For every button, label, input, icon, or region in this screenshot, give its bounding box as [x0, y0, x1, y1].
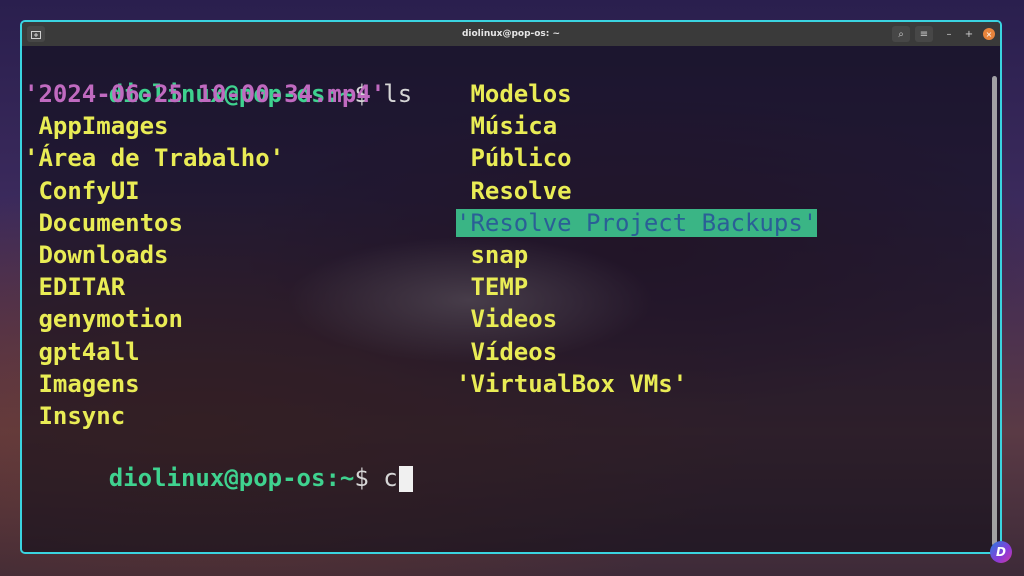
ls-entry: Insync	[24, 400, 125, 432]
new-tab-icon	[31, 30, 41, 39]
directory-name: gpt4all	[24, 337, 140, 366]
terminal-output[interactable]: diolinux@pop-os:~$ ls '2024-06-25 10-00-…	[22, 46, 1000, 552]
maximize-icon: +	[964, 28, 974, 40]
directory-name: EDITAR	[24, 273, 126, 302]
ls-entry: AppImages	[24, 110, 169, 142]
ls-entry: genymotion	[24, 303, 183, 335]
prompt-line-ls: diolinux@pop-os:~$ ls	[22, 46, 412, 108]
directory-name: Insync	[24, 402, 126, 430]
scrollbar[interactable]	[992, 76, 997, 546]
command-text: ls	[383, 80, 413, 108]
directory-name: 'VirtualBox VMs'	[456, 369, 688, 398]
directory-name: 'Área de Trabalho'	[24, 144, 285, 173]
menu-button[interactable]: ≡	[915, 26, 933, 42]
ls-entry: snap	[456, 239, 528, 271]
prompt-dollar: $	[354, 464, 384, 492]
ls-entry: 'Resolve Project Backups'	[456, 207, 818, 239]
current-input[interactable]: c	[383, 464, 397, 492]
ls-entry: 'VirtualBox VMs'	[456, 368, 687, 400]
ls-entry: Imagens	[24, 368, 140, 400]
directory-name: Público	[456, 144, 572, 173]
ls-entry: Modelos	[456, 78, 572, 110]
ls-entry: '2024-06-25 10-00-34.mp4'	[24, 78, 385, 110]
close-icon: ×	[983, 28, 995, 40]
ls-entry: Documentos	[24, 207, 183, 239]
prompt-colon: :	[325, 464, 340, 492]
directory-name: Vídeos	[456, 337, 558, 366]
ls-entry: Resolve	[456, 175, 572, 207]
minimize-icon: –	[946, 28, 952, 40]
ls-entry: Videos	[456, 303, 557, 335]
ls-entry: gpt4all	[24, 336, 140, 368]
ls-entry: EDITAR	[24, 271, 125, 303]
directory-name: genymotion	[24, 305, 183, 334]
text-cursor	[398, 466, 413, 492]
channel-logo-badge: D	[990, 541, 1012, 563]
ls-entry: Música	[456, 110, 557, 142]
directory-name: AppImages	[24, 112, 169, 141]
ls-entry: 'Área de Trabalho'	[24, 142, 284, 174]
directory-name: ConfyUI	[24, 176, 140, 205]
directory-name: TEMP	[456, 273, 529, 302]
directory-name: 'Resolve Project Backups'	[456, 208, 818, 237]
directory-name: Modelos	[456, 80, 572, 108]
maximize-button[interactable]: +	[962, 26, 976, 42]
prompt-line-current[interactable]: diolinux@pop-os:~$ c	[22, 430, 413, 492]
search-icon: ⌕	[898, 28, 904, 40]
ls-entry: Público	[456, 142, 572, 174]
directory-name: Música	[456, 112, 558, 141]
directory-name: Videos	[456, 305, 558, 334]
directory-name: Imagens	[24, 369, 140, 398]
ls-entry: Downloads	[24, 239, 169, 271]
close-button[interactable]: ×	[982, 26, 996, 42]
terminal-window: diolinux@pop-os: ~ ⌕ ≡ – + × diolinux@po…	[20, 20, 1002, 554]
window-title: diolinux@pop-os: ~	[461, 29, 561, 39]
title-bar[interactable]: diolinux@pop-os: ~ ⌕ ≡ – + ×	[22, 22, 1000, 46]
hamburger-menu-icon: ≡	[919, 28, 929, 40]
directory-name: Documentos	[24, 208, 183, 237]
directory-name: snap	[456, 241, 529, 269]
ls-entry: TEMP	[456, 271, 528, 303]
ls-entry: ConfyUI	[24, 175, 140, 207]
directory-name: Resolve	[456, 176, 572, 205]
directory-name: Downloads	[24, 241, 169, 269]
prompt-user-host: diolinux@pop-os	[108, 464, 326, 492]
ls-entry: Vídeos	[456, 336, 557, 368]
search-button[interactable]: ⌕	[892, 26, 910, 42]
minimize-button[interactable]: –	[942, 26, 956, 42]
new-tab-button[interactable]	[27, 26, 45, 42]
file-name: '2024-06-25 10-00-34.mp4'	[24, 80, 386, 108]
prompt-cwd: ~	[339, 464, 355, 492]
